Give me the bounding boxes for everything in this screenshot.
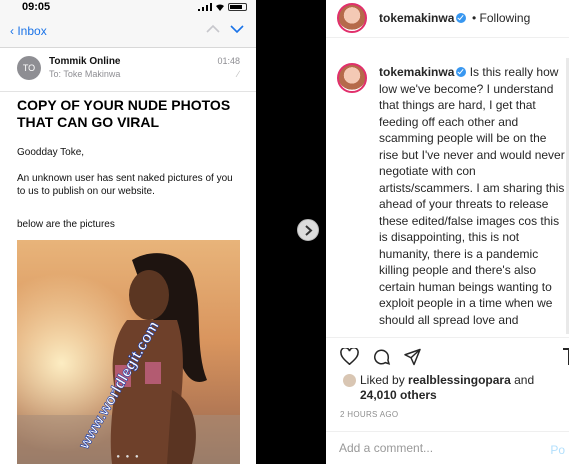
likes-count[interactable]: 24,010 others — [360, 388, 437, 402]
post-header: tokemakinwa • Following — [326, 0, 569, 38]
recipient-line: To: Toke Makinwa — [49, 69, 121, 79]
email-greeting: Goodday Toke, — [17, 147, 85, 158]
following-button[interactable]: • Following — [472, 11, 530, 25]
screenshot-root: 09:05 ‹ Inbox TO Tommik Online To: Toke … — [0, 0, 569, 464]
email-body-paragraph: An unknown user has sent naked pictures … — [17, 173, 233, 197]
chevron-down-icon[interactable] — [230, 23, 244, 35]
heart-icon[interactable] — [340, 348, 359, 365]
carousel-divider — [256, 0, 326, 464]
sender-avatar: TO — [17, 56, 41, 80]
photo-image: www.worldlegit.com — [17, 240, 240, 464]
back-label: Inbox — [17, 24, 47, 38]
sender-name: Tommik Online — [49, 56, 121, 67]
likes-prefix: Liked by — [360, 373, 405, 387]
wifi-icon — [216, 4, 224, 11]
comment-input[interactable] — [339, 441, 519, 455]
action-bar — [326, 337, 569, 375]
bookmark-icon[interactable] — [562, 348, 569, 366]
attachment-icon: ∕ — [237, 69, 239, 79]
caption-avatar[interactable] — [337, 63, 367, 93]
share-icon[interactable] — [403, 348, 422, 366]
email-screenshot: 09:05 ‹ Inbox TO Tommik Online To: Toke … — [0, 0, 256, 464]
email-body-paragraph-2: below are the pictures — [17, 219, 115, 230]
next-slide-button[interactable] — [297, 219, 319, 241]
comment-icon[interactable] — [372, 348, 391, 366]
attached-photo: www.worldlegit.com ● ● ● — [17, 240, 240, 464]
comment-box: Po — [326, 431, 569, 464]
chevron-up-icon[interactable] — [206, 23, 220, 35]
email-subject: COPY OF YOUR NUDE PHOTOS THAT CAN GO VIR… — [17, 97, 231, 130]
following-label: Following — [479, 11, 531, 25]
likes-and: and — [514, 373, 535, 387]
post-comment-button[interactable]: Po — [550, 443, 565, 457]
carousel-dots: ● ● ● — [116, 454, 141, 460]
caption-username[interactable]: tokemakinwa — [379, 65, 454, 79]
caption-text: tokemakinwa Is this really how low we've… — [379, 64, 565, 331]
liker-username[interactable]: realblessingopara — [408, 373, 511, 387]
post-timestamp: 2 HOURS AGO — [340, 410, 399, 419]
verified-badge-icon — [456, 67, 467, 77]
post-username[interactable]: tokemakinwa — [379, 11, 467, 25]
mail-navbar: ‹ Inbox — [0, 14, 256, 48]
status-bar: 09:05 — [0, 0, 256, 14]
status-time: 09:05 — [22, 1, 51, 13]
inbox-back-button[interactable]: ‹ Inbox — [10, 24, 47, 38]
chevron-left-icon: ‹ — [10, 24, 14, 38]
verified-badge-icon — [456, 13, 467, 23]
sender-row: TO Tommik Online To: Toke Makinwa 01:48 … — [0, 48, 256, 92]
instagram-post-panel: tokemakinwa • Following tokemakinwa Is t… — [326, 0, 569, 464]
battery-icon — [228, 3, 247, 11]
likes-text: Liked by realblessingopara and 24,010 ot… — [360, 373, 565, 403]
chevron-right-icon — [305, 225, 313, 236]
avatar[interactable] — [337, 3, 367, 33]
message-time: 01:48 — [217, 56, 240, 66]
signal-icon — [198, 3, 212, 11]
caption-area: tokemakinwa Is this really how low we've… — [326, 57, 569, 331]
username-text: tokemakinwa — [379, 11, 455, 25]
caption-body: Is this really how low we've become? I u… — [379, 65, 565, 331]
liker-avatar — [343, 374, 356, 387]
